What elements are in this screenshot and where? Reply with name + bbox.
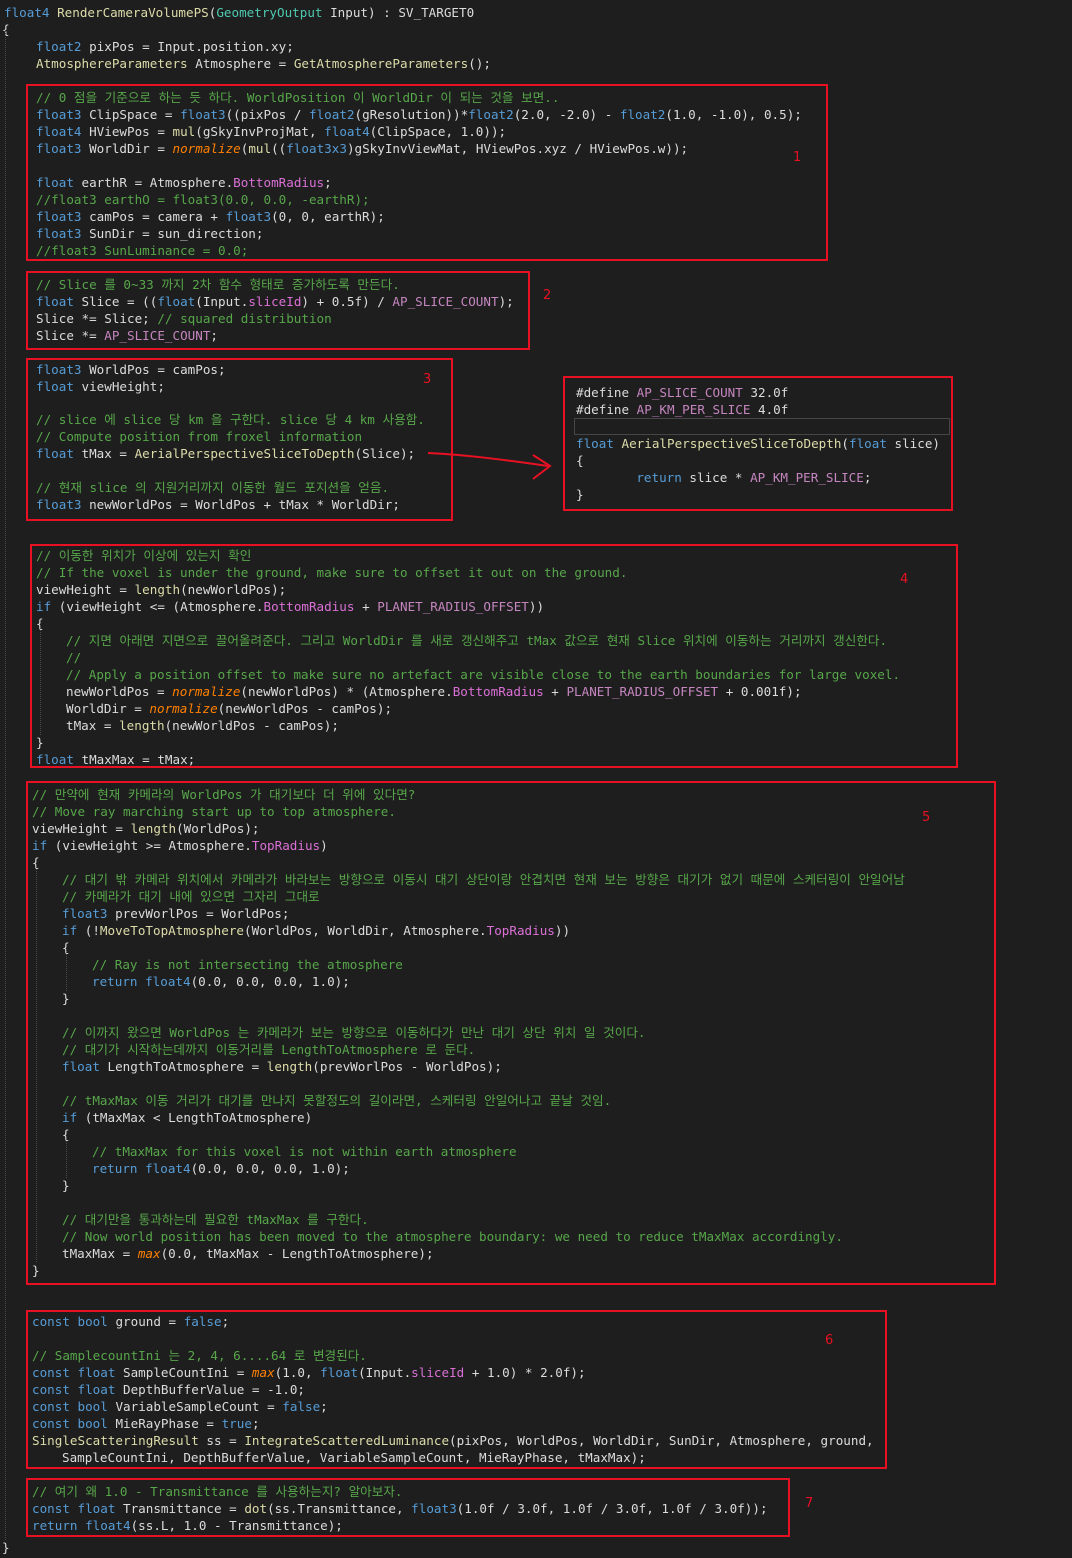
inset-code-line: } — [566, 486, 584, 503]
annotation-label-4: 4 — [900, 572, 909, 587]
inset-code-line: float AerialPerspectiveSliceToDepth(floa… — [566, 435, 940, 452]
current-line-highlight — [574, 418, 950, 435]
code-line: { — [0, 21, 1072, 38]
inset-code-token: #define — [576, 402, 637, 417]
code-token: GeometryOutput — [216, 5, 323, 20]
inset-code-token: { — [576, 453, 584, 468]
annotation-box-5 — [26, 781, 996, 1285]
code-token: } — [2, 1540, 10, 1555]
inset-code-token: AP_KM_PER_SLICE — [750, 470, 864, 485]
code-token: GetAtmosphereParameters — [293, 56, 469, 71]
inset-code-token: 32.0f — [742, 385, 789, 400]
annotation-label-6: 6 — [825, 1333, 834, 1348]
inset-code-token: return — [636, 470, 682, 485]
inset-code-token — [606, 470, 636, 485]
inset-code-token: slice * — [681, 470, 751, 485]
annotation-box-3 — [26, 358, 453, 521]
brace-guide-inner2 — [66, 1136, 67, 1178]
code-token: RenderCameraVolumePS — [57, 5, 209, 20]
annotation-box-1 — [26, 84, 828, 261]
inset-code-token: ; — [863, 470, 872, 485]
code-line: AtmosphereParameters Atmosphere = GetAtm… — [0, 55, 1072, 72]
code-token: float2 — [36, 39, 82, 54]
inset-code-token: AP_SLICE_COUNT — [636, 385, 743, 400]
annotation-label-2: 2 — [543, 288, 552, 303]
annotation-label-3: 3 — [423, 372, 432, 387]
code-line: } — [0, 1539, 1072, 1556]
annotation-label-1: 1 — [793, 150, 802, 165]
inset-code-line: #define AP_SLICE_COUNT 32.0f — [566, 384, 788, 401]
inset-code-token: } — [576, 487, 584, 502]
inset-code-line: { — [566, 452, 584, 469]
code-token: Input) : — [322, 5, 399, 20]
inset-code-token: float — [576, 436, 614, 451]
annotation-label-5: 5 — [922, 810, 931, 825]
inset-code-token: float — [849, 436, 887, 451]
code-token: float4 — [4, 5, 50, 20]
brace-guide-inner1 — [66, 949, 67, 991]
annotation-box-6 — [26, 1310, 887, 1469]
annotation-label-7: 7 — [805, 1496, 814, 1511]
code-token: (); — [468, 56, 491, 71]
code-token: pixPos = Input.position.xy; — [81, 39, 294, 54]
inset-code-token — [614, 436, 622, 451]
inset-code-token: AerialPerspectiveSliceToDepth — [621, 436, 842, 451]
code-line: float2 pixPos = Input.position.xy; — [0, 38, 1072, 55]
code-token: AtmosphereParameters — [36, 56, 188, 71]
annotation-box-4 — [30, 544, 958, 768]
annotation-box-7 — [26, 1478, 790, 1537]
code-token: SV_TARGET0 — [398, 5, 475, 20]
brace-guide-if-ground — [40, 625, 41, 735]
brace-guide-main — [5, 30, 6, 1540]
inset-code-line: #define AP_KM_PER_SLICE 4.0f — [566, 401, 788, 418]
inset-code-snippet: #define AP_SLICE_COUNT 32.0f #define AP_K… — [566, 379, 950, 508]
inset-code-token: ( — [841, 436, 849, 451]
annotation-box-2 — [26, 271, 530, 350]
inset-code-token: 4.0f — [750, 402, 789, 417]
inset-code-token: #define — [576, 385, 637, 400]
inset-code-token: slice) — [886, 436, 941, 451]
code-line: float4 RenderCameraVolumePS(GeometryOutp… — [0, 4, 1072, 21]
inset-code-line: return slice * AP_KM_PER_SLICE; — [566, 469, 871, 486]
brace-guide-if-top — [36, 864, 37, 1262]
inset-code-token: AP_KM_PER_SLICE — [636, 402, 751, 417]
code-token: Atmosphere = — [187, 56, 294, 71]
